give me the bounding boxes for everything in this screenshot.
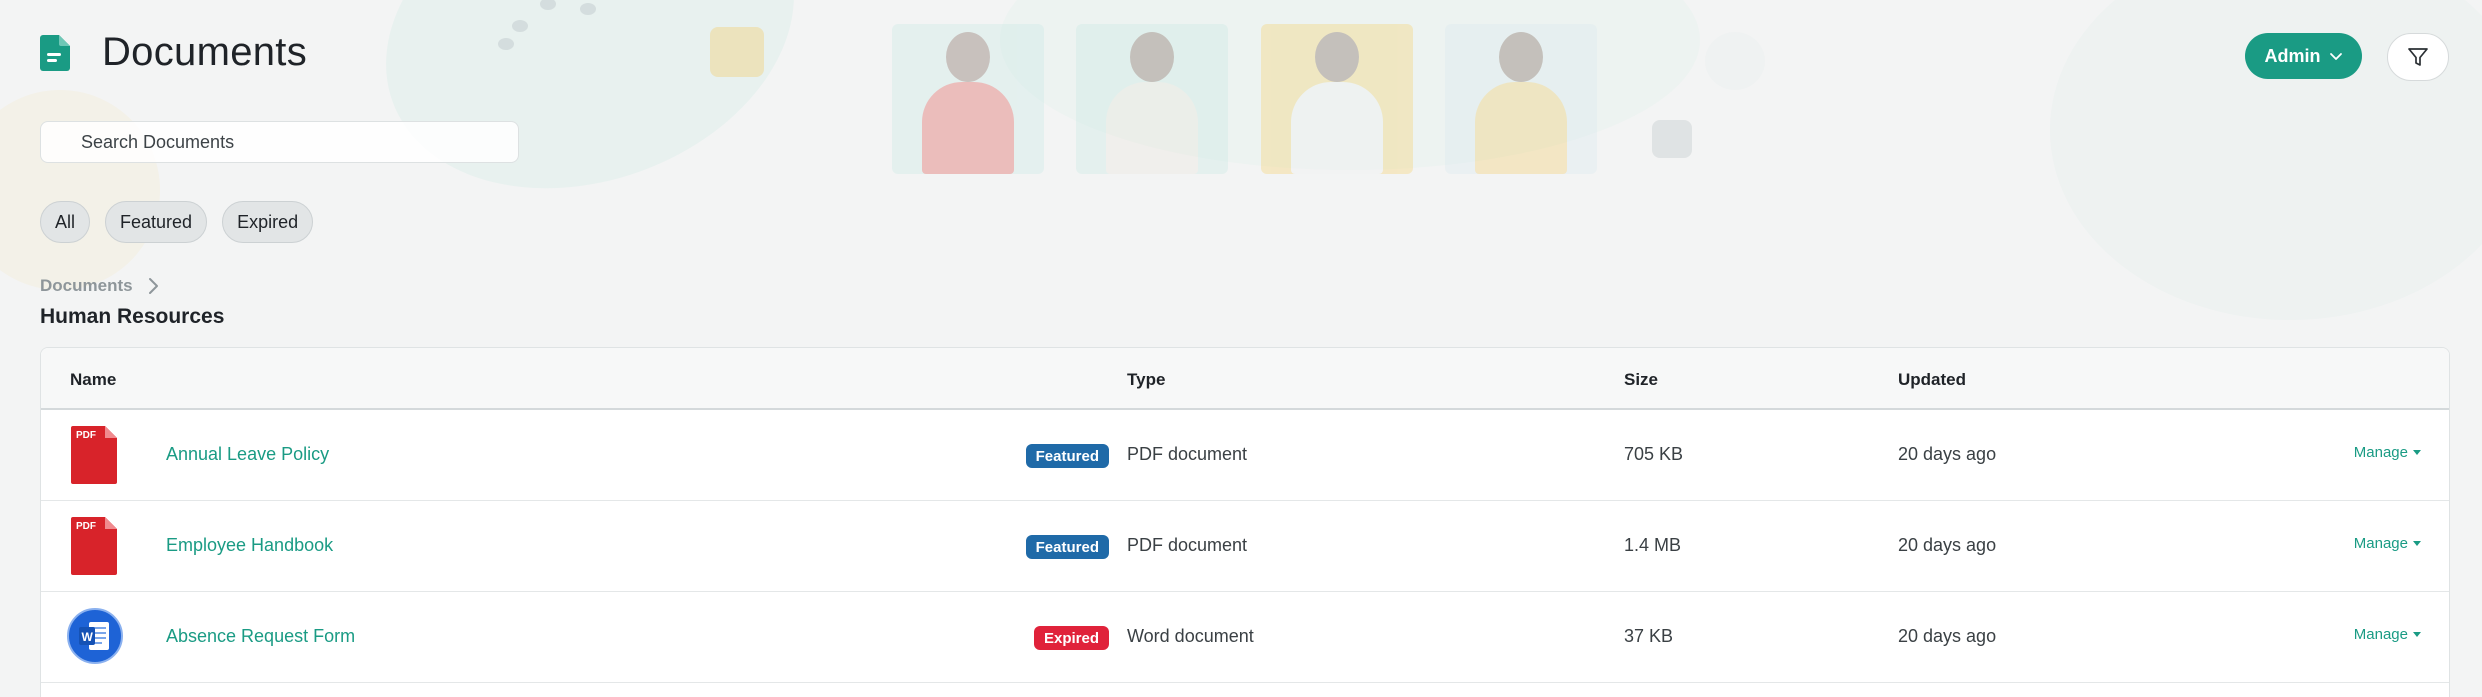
document-size: 1.4 MB: [1624, 535, 1682, 555]
document-size: 37 KB: [1624, 626, 1674, 646]
document-type: PDF document: [1127, 535, 1248, 555]
manage-label: Manage: [2353, 535, 2408, 552]
document-name-link[interactable]: Employee Handbook: [166, 535, 333, 556]
caret-down-icon: [2413, 632, 2421, 637]
document-updated: 20 days ago: [1898, 626, 1997, 646]
page-header: Documents: [40, 30, 307, 75]
pdf-icon-label: PDF: [76, 430, 96, 441]
admin-menu-button[interactable]: Admin: [2245, 33, 2362, 79]
filter-chip-all[interactable]: All: [40, 201, 91, 243]
column-header-name[interactable]: Name: [70, 370, 116, 390]
chevron-down-icon: [2329, 53, 2342, 60]
status-badge: Featured: [1025, 535, 1109, 559]
word-icon-label: W: [82, 630, 94, 644]
filter-chips: All Featured Expired: [40, 201, 314, 243]
document-updated: 20 days ago: [1898, 444, 1997, 464]
document-icon: [40, 34, 70, 71]
status-badge: Expired: [1033, 626, 1109, 650]
decorative-photo: [1076, 24, 1228, 174]
manage-dropdown[interactable]: Manage: [2354, 444, 2421, 461]
status-badge: Featured: [1025, 444, 1109, 468]
manage-label: Manage: [2353, 444, 2408, 461]
decorative-photo: [1445, 24, 1597, 174]
page-title: Documents: [102, 30, 308, 74]
filter-chip-expired[interactable]: Expired: [222, 201, 314, 243]
table-header: Name Type Size Updated: [41, 348, 2449, 410]
document-updated: 20 days ago: [1898, 535, 1997, 555]
decorative-photo: [892, 24, 1044, 174]
word-file-icon: W: [67, 608, 123, 664]
breadcrumb: Documents: [40, 276, 159, 296]
admin-label: Admin: [2264, 45, 2321, 66]
chevron-right-icon: [148, 278, 158, 294]
manage-dropdown[interactable]: Manage: [2354, 626, 2421, 643]
document-name-link[interactable]: Absence Request Form: [166, 626, 355, 647]
pdf-icon-label: PDF: [76, 521, 96, 532]
document-type: Word document: [1127, 626, 1254, 646]
pdf-file-icon: PDF: [71, 426, 117, 484]
caret-down-icon: [2413, 541, 2421, 546]
breadcrumb-documents[interactable]: Documents: [40, 276, 133, 296]
document-name-link[interactable]: Annual Leave Policy: [166, 444, 329, 465]
filter-chip-featured[interactable]: Featured: [105, 201, 208, 243]
column-header-type[interactable]: Type: [1127, 370, 1165, 390]
caret-down-icon: [2413, 450, 2421, 455]
search-input[interactable]: [40, 121, 519, 163]
manage-dropdown[interactable]: Manage: [2354, 535, 2421, 552]
column-header-size[interactable]: Size: [1624, 370, 1658, 390]
filter-button[interactable]: [2387, 33, 2449, 81]
table-row: W Absence Request Form Expired Word docu…: [41, 592, 2449, 683]
filter-icon: [2408, 48, 2428, 66]
section-title: Human Resources: [40, 305, 225, 328]
decorative-photo: [1261, 24, 1413, 174]
manage-label: Manage: [2353, 626, 2408, 643]
table-row: PDF Annual Leave Policy Featured PDF doc…: [41, 410, 2449, 501]
pdf-file-icon: PDF: [71, 517, 117, 575]
document-type: PDF document: [1127, 444, 1248, 464]
table-row: PDF Employee Handbook Featured PDF docum…: [41, 501, 2449, 592]
documents-table: Name Type Size Updated PDF Annual Leave …: [40, 347, 2450, 697]
document-size: 705 KB: [1624, 444, 1684, 464]
column-header-updated[interactable]: Updated: [1898, 370, 1966, 390]
